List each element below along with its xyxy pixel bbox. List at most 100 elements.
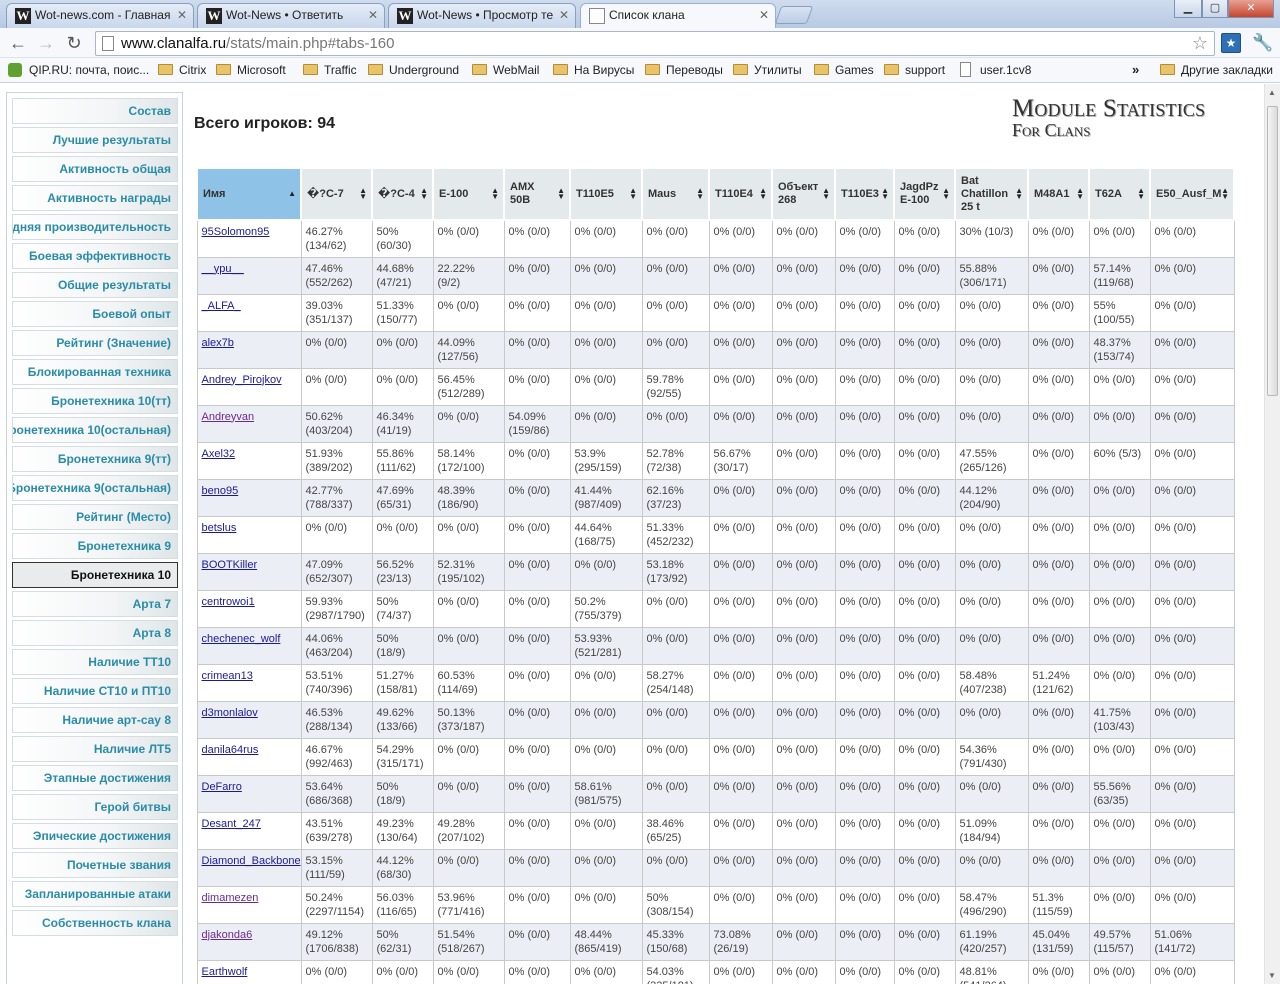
player-link[interactable]: Andrey_Pirojkov (202, 374, 282, 386)
bookmark-item[interactable]: QIP.RU: почта, поис... (8, 62, 149, 78)
tab-close-icon[interactable]: ✕ (559, 4, 569, 26)
sidebar-item[interactable]: Запланированные атаки (12, 881, 178, 907)
column-header[interactable]: E50_Ausf_M ▲ ▼ (1149, 167, 1235, 221)
extension-icon[interactable]: ★ (1221, 33, 1241, 53)
player-link[interactable]: danila64rus (202, 744, 259, 756)
sidebar-item[interactable]: Рейтинг (Значение) (12, 330, 178, 356)
player-link[interactable]: centrowoi1 (202, 596, 255, 608)
sidebar-item[interactable]: Рейтинг (Место) (12, 504, 178, 530)
sidebar-item[interactable]: Арта 8 (12, 620, 178, 646)
tab-close-icon[interactable]: ✕ (177, 4, 187, 26)
player-link[interactable]: djakonda6 (202, 929, 253, 941)
sidebar-item[interactable]: Бронетехника 10 (12, 562, 178, 588)
player-link[interactable]: betslus (202, 522, 237, 534)
vertical-scrollbar[interactable]: ▲ ▼ (1264, 84, 1280, 984)
column-header[interactable]: T110E5 ▲ ▼ (569, 167, 643, 221)
sidebar-item[interactable]: Состав (12, 98, 178, 124)
sidebar-item[interactable]: Общие результаты (12, 272, 178, 298)
close-window-icon[interactable]: ✕ (1228, 0, 1274, 18)
bookmark-item[interactable]: Traffic (303, 62, 357, 78)
column-header[interactable]: �?С-7 ▲ ▼ (300, 167, 373, 221)
bookmark-item[interactable]: Утилиты (733, 62, 802, 78)
column-header[interactable]: E-100 ▲ ▼ (432, 167, 505, 221)
column-header[interactable]: �?С-4 ▲ ▼ (371, 167, 434, 221)
scrollbar-thumb[interactable] (1267, 106, 1278, 396)
bookmark-item[interactable]: user.1cv8 (959, 62, 1031, 78)
player-link[interactable]: beno95 (202, 485, 239, 497)
player-link[interactable]: Andreyvan (202, 411, 255, 423)
sidebar-item[interactable]: Наличие ЛТ5 (12, 736, 178, 762)
player-link[interactable]: chechenec_wolf (202, 633, 281, 645)
player-link[interactable]: dimamezen (202, 892, 259, 904)
minimize-icon[interactable]: ▁ (1174, 0, 1202, 18)
scroll-down-arrow-icon[interactable]: ▼ (1268, 971, 1276, 980)
bookmark-item[interactable]: Переводы (645, 62, 723, 78)
sidebar-item[interactable]: Собственность клана (12, 910, 178, 936)
column-header[interactable]: JagdPz E-100 ▲ ▼ (893, 167, 956, 221)
column-header[interactable]: Maus ▲ ▼ (641, 167, 710, 221)
sidebar-item[interactable]: Бронетехника 10(остальная) (12, 417, 178, 443)
bookmark-item[interactable]: support (884, 62, 945, 78)
sidebar-item[interactable]: Средняя производительность (12, 214, 178, 240)
maximize-icon[interactable]: ▢ (1202, 0, 1228, 18)
bookmark-star-icon[interactable]: ☆ (1192, 33, 1208, 54)
player-link[interactable]: Diamond_Backbone (202, 855, 301, 867)
bookmark-item[interactable]: WebMail (472, 62, 539, 78)
sidebar-item[interactable]: Наличие СТ10 и ПТ10 (12, 678, 178, 704)
wrench-menu-icon[interactable]: 🔧 (1252, 33, 1273, 53)
sidebar-item[interactable]: Наличие ТТ10 (12, 649, 178, 675)
bookmark-item[interactable]: Games (814, 62, 874, 78)
column-header[interactable]: Bat Chatillon 25 t ▲ ▼ (954, 167, 1029, 221)
bookmarks-overflow-chevron-icon[interactable]: » (1132, 62, 1139, 77)
browser-tab[interactable]: W Wot-News • Ответить ✕ (197, 3, 385, 28)
sidebar-item[interactable]: Бронетехника 9(тт) (12, 446, 178, 472)
tab-close-icon[interactable]: ✕ (759, 4, 769, 26)
sidebar-item[interactable]: Бронетехника 9(остальная) (12, 475, 178, 501)
column-header[interactable]: AMX 50B ▲ ▼ (503, 167, 571, 221)
other-bookmarks[interactable]: Другие закладки (1160, 62, 1273, 78)
browser-tab[interactable]: W Wot-news.com - Главная ✕ (6, 3, 194, 28)
player-link[interactable]: Axel32 (202, 448, 236, 460)
player-link[interactable]: __ypu__ (202, 263, 244, 275)
new-tab-button[interactable] (774, 6, 814, 24)
sidebar-item[interactable]: Активность награды (12, 185, 178, 211)
player-link[interactable]: DeFarro (202, 781, 242, 793)
sidebar-item[interactable]: Блокированная техника (12, 359, 178, 385)
bookmark-item[interactable]: Citrix (158, 62, 206, 78)
player-link[interactable]: BOOTKiller (202, 559, 258, 571)
address-bar[interactable]: www.clanalfa.ru/stats/main.php#tabs-160 … (95, 31, 1215, 56)
column-header[interactable]: T110E3 ▲ ▼ (834, 167, 895, 221)
sidebar-item[interactable]: Бронетехника 10(тт) (12, 388, 178, 414)
player-link[interactable]: Earthwolf (202, 966, 248, 978)
tab-close-icon[interactable]: ✕ (368, 4, 378, 26)
player-link[interactable]: Desant_247 (202, 818, 261, 830)
sidebar-item[interactable]: Боевой опыт (12, 301, 178, 327)
player-link[interactable]: d3monlalov (202, 707, 258, 719)
bookmark-item[interactable]: Underground (368, 62, 459, 78)
player-link[interactable]: alex7b (202, 337, 234, 349)
column-header[interactable]: T62A ▲ ▼ (1088, 167, 1151, 221)
column-header[interactable]: Имя ▲ (196, 167, 302, 221)
sidebar-item[interactable]: Боевая эффективность (12, 243, 178, 269)
back-arrow-icon[interactable]: ← (6, 32, 30, 54)
browser-tab[interactable]: Список клана ✕ (580, 3, 776, 29)
sidebar-item[interactable]: Эпические достижения (12, 823, 178, 849)
sidebar-item[interactable]: Бронетехника 9 (12, 533, 178, 559)
sidebar-item[interactable]: Наличие арт-сау 8 (12, 707, 178, 733)
sidebar-item[interactable]: Герой битвы (12, 794, 178, 820)
player-link[interactable]: _ALFA_ (202, 300, 241, 312)
sidebar-item[interactable]: Лучшие результаты (12, 127, 178, 153)
player-link[interactable]: crimean13 (202, 670, 253, 682)
sidebar-item[interactable]: Этапные достижения (12, 765, 178, 791)
column-header[interactable]: Объект 268 ▲ ▼ (771, 167, 836, 221)
reload-icon[interactable]: ↻ (62, 32, 86, 54)
column-header[interactable]: T110E4 ▲ ▼ (708, 167, 773, 221)
forward-arrow-icon[interactable]: → (34, 32, 58, 54)
player-link[interactable]: 95Solomon95 (202, 226, 270, 238)
scroll-up-arrow-icon[interactable]: ▲ (1268, 88, 1276, 97)
browser-tab[interactable]: W Wot-News • Просмотр те ✕ (388, 3, 576, 28)
sidebar-item[interactable]: Арта 7 (12, 591, 178, 617)
sidebar-item[interactable]: Почетные звания (12, 852, 178, 878)
bookmark-item[interactable]: На Вирусы (553, 62, 634, 78)
bookmark-item[interactable]: Microsoft (216, 62, 286, 78)
